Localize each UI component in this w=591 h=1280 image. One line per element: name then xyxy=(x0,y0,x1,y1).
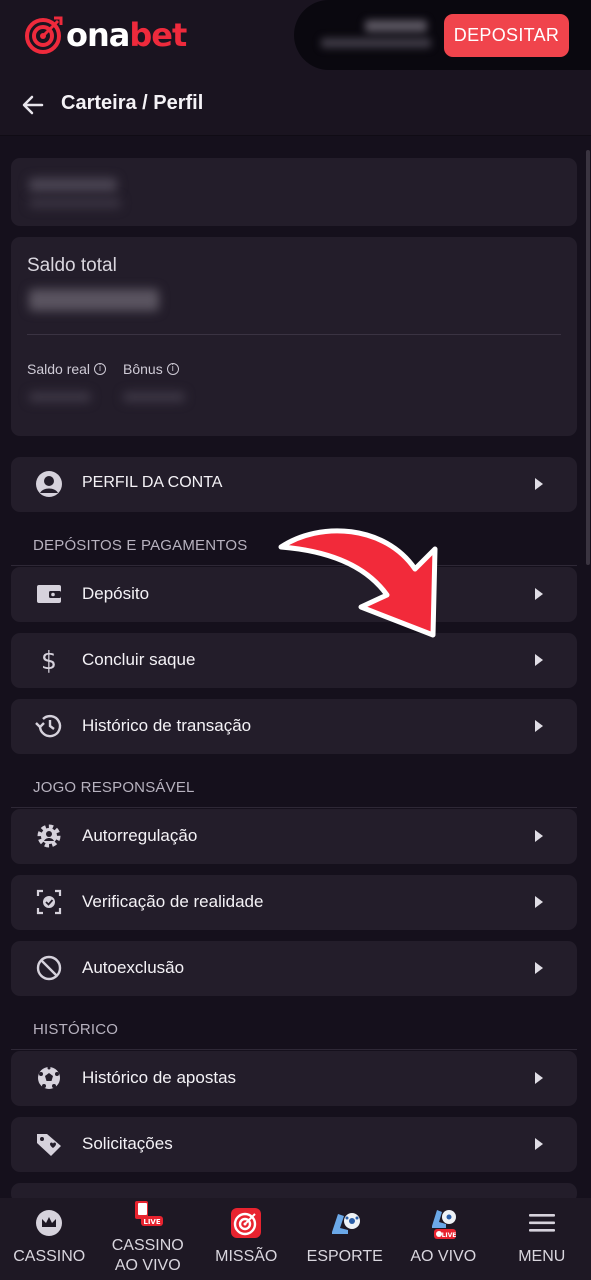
chevron-right-icon xyxy=(535,830,543,842)
red-arrow-annotation xyxy=(278,528,438,638)
dollar-icon: $ xyxy=(41,645,57,675)
target-icon xyxy=(229,1206,263,1240)
nav-label: ESPORTE xyxy=(306,1248,383,1265)
info-icon[interactable]: i xyxy=(166,363,179,375)
live-sport-icon: LIVE xyxy=(426,1206,460,1240)
nav-mission[interactable]: MISSÃO xyxy=(197,1198,296,1280)
section-header-responsible: JOGO RESPONSÁVEL xyxy=(33,779,195,796)
menu-item-label: Autorregulação xyxy=(82,826,198,845)
top-bar: onabet DEPOSITAR xyxy=(0,0,591,72)
total-balance-label: Saldo total xyxy=(27,255,117,276)
chevron-right-icon xyxy=(535,478,543,490)
wallet-icon xyxy=(35,580,63,608)
chevron-right-icon xyxy=(535,896,543,908)
menu-item-label: Autoexclusão xyxy=(82,958,185,977)
sport-shoe-icon xyxy=(328,1206,362,1240)
blurred-balance xyxy=(316,18,431,52)
tag-heart-icon xyxy=(35,1130,63,1158)
svg-text:LIVE: LIVE xyxy=(143,1218,160,1226)
user-name-card xyxy=(11,158,577,226)
deposit-button[interactable]: DEPOSITAR xyxy=(444,14,569,57)
target-logo-icon xyxy=(25,16,63,54)
menu-item-requests[interactable]: Solicitações xyxy=(11,1117,577,1172)
nav-label: MISSÃO xyxy=(215,1248,278,1265)
nav-label: CASSINO xyxy=(13,1248,86,1265)
balance-divider xyxy=(27,334,561,335)
menu-item-self-regulation[interactable]: Autorregulação xyxy=(11,809,577,864)
nav-menu[interactable]: MENU xyxy=(493,1198,591,1280)
chevron-right-icon xyxy=(535,1138,543,1150)
menu-item-reality-check[interactable]: Verificação de realidade xyxy=(11,875,577,930)
account-profile-row[interactable]: PERFIL DA CONTA xyxy=(11,457,577,512)
user-circle-icon xyxy=(35,470,63,498)
bottom-navigation: CASSINO LIVE CASSINO AO VIVO MISSÃO ESPOR… xyxy=(0,1198,591,1280)
chevron-right-icon xyxy=(535,654,543,666)
nav-label: CASSINO AO VIVO xyxy=(111,1237,184,1274)
menu-item-bet-history[interactable]: Histórico de apostas xyxy=(11,1051,577,1106)
page-title: Carteira / Perfil xyxy=(61,92,204,114)
chevron-right-icon xyxy=(535,962,543,974)
real-balance-label: Saldo real i xyxy=(27,361,107,377)
menu-item-label: Verificação de realidade xyxy=(82,892,264,911)
history-icon xyxy=(35,712,63,740)
section-header-history: HISTÓRICO xyxy=(33,1021,119,1038)
logo-text: onabet xyxy=(66,16,187,54)
bonus-label: Bônus i xyxy=(123,361,179,377)
crown-icon xyxy=(32,1206,66,1240)
account-profile-label: PERFIL DA CONTA xyxy=(82,474,223,491)
balance-card: Saldo total Saldo real i Bônus i xyxy=(11,237,577,436)
nav-label: AO VIVO xyxy=(410,1248,477,1265)
menu-item-label: Depósito xyxy=(82,584,150,603)
hamburger-icon xyxy=(525,1206,559,1240)
scrollbar[interactable] xyxy=(586,150,590,565)
block-icon xyxy=(35,954,63,982)
section-divider xyxy=(11,807,577,808)
menu-item-self-exclusion[interactable]: Autoexclusão xyxy=(11,941,577,996)
chevron-right-icon xyxy=(535,588,543,600)
live-casino-icon: LIVE xyxy=(131,1198,165,1232)
reality-check-icon xyxy=(35,888,63,916)
page-header: Carteira / Perfil xyxy=(0,72,591,136)
ball-icon xyxy=(35,1064,63,1092)
section-divider xyxy=(11,1049,577,1050)
chevron-right-icon xyxy=(535,720,543,732)
nav-casino[interactable]: CASSINO xyxy=(0,1198,99,1280)
gear-face-icon xyxy=(35,822,63,850)
menu-item-label: Histórico de transação xyxy=(82,716,252,735)
back-arrow-icon[interactable] xyxy=(20,92,46,118)
nav-sport[interactable]: ESPORTE xyxy=(296,1198,395,1280)
menu-item-transaction-history[interactable]: Histórico de transação xyxy=(11,699,577,754)
info-icon[interactable]: i xyxy=(94,363,107,375)
nav-label: MENU xyxy=(518,1248,566,1265)
menu-item-label: Concluir saque xyxy=(82,650,196,669)
section-header-payments: DEPÓSITOS E PAGAMENTOS xyxy=(33,537,248,554)
chevron-right-icon xyxy=(535,1072,543,1084)
nav-live[interactable]: LIVE AO VIVO xyxy=(394,1198,493,1280)
onabet-logo[interactable]: onabet xyxy=(24,12,187,58)
svg-text:LIVE: LIVE xyxy=(442,1232,457,1239)
menu-item-label: Solicitações xyxy=(82,1134,173,1153)
nav-live-casino[interactable]: LIVE CASSINO AO VIVO xyxy=(99,1198,198,1280)
menu-item-label: Histórico de apostas xyxy=(82,1068,237,1087)
